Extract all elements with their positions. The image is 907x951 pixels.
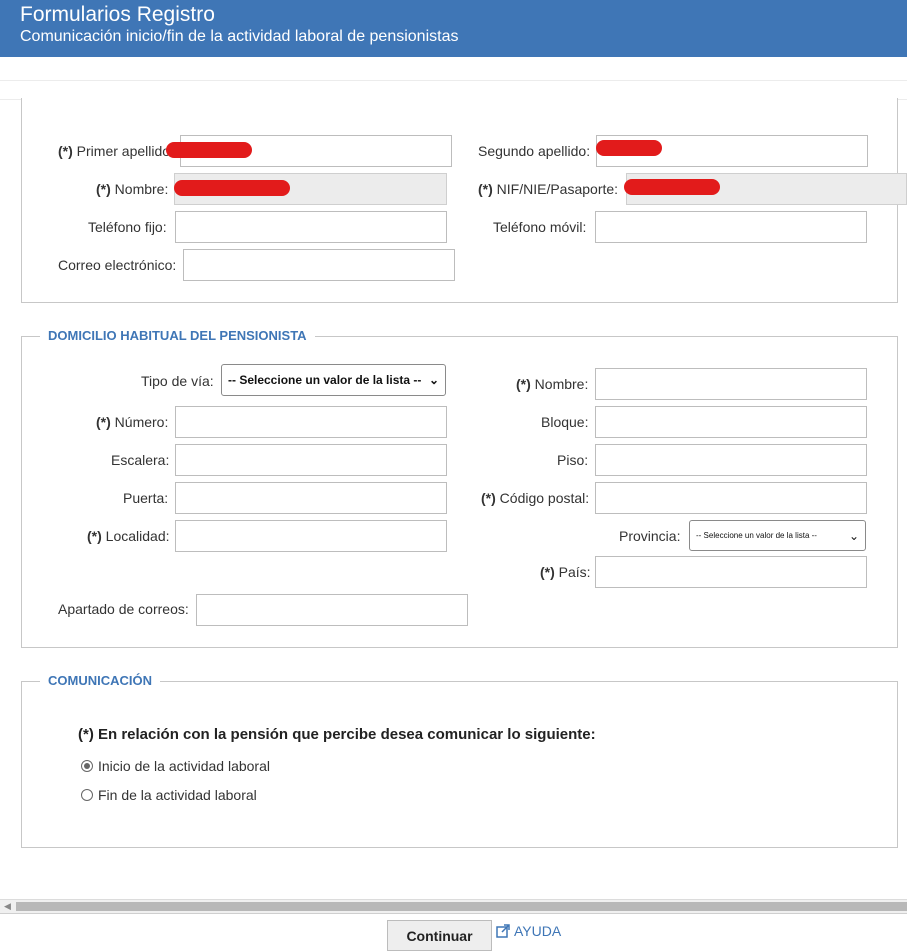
numero-input[interactable]: [175, 406, 447, 438]
page-subtitle: Comunicación inicio/fin de la actividad …: [20, 28, 459, 45]
help-label[interactable]: AYUDA: [514, 923, 561, 939]
telefono-movil-input[interactable]: [595, 211, 867, 243]
localidad-label: (*) Localidad:: [87, 528, 170, 544]
bloque-input[interactable]: [595, 406, 867, 438]
piso-input[interactable]: [595, 444, 867, 476]
numero-label: (*) Número:: [96, 414, 169, 430]
tipo-via-selected: -- Seleccione un valor de la lista --: [228, 373, 422, 387]
footer-bar: Continuar AYUDA: [0, 913, 907, 951]
bloque-label: Bloque:: [541, 414, 589, 430]
scroll-thumb[interactable]: [16, 902, 907, 911]
external-link-icon: [496, 924, 510, 938]
apartado-input[interactable]: [196, 594, 468, 626]
telefono-fijo-input[interactable]: [175, 211, 447, 243]
redaction-mark: [166, 142, 252, 158]
chevron-down-icon: ⌄: [428, 373, 439, 387]
via-nombre-input[interactable]: [595, 368, 867, 400]
chevron-down-icon: ⌄: [848, 528, 859, 543]
divider: [0, 80, 907, 81]
radio-inicio-label[interactable]: Inicio de la actividad laboral: [98, 758, 270, 774]
telefono-fijo-label: Teléfono fijo:: [88, 219, 167, 235]
redaction-mark: [596, 140, 662, 156]
via-nombre-label: (*) Nombre:: [516, 376, 589, 392]
telefono-movil-label: Teléfono móvil:: [493, 219, 587, 235]
horizontal-scrollbar[interactable]: ◀: [0, 899, 907, 913]
escalera-input[interactable]: [175, 444, 447, 476]
puerta-input[interactable]: [175, 482, 447, 514]
codigo-postal-label: (*) Código postal:: [481, 490, 590, 506]
primer-apellido-label: (*) Primer apellido:: [58, 143, 174, 159]
radio-inicio-actividad[interactable]: [81, 760, 93, 772]
puerta-label: Puerta:: [123, 490, 169, 506]
escalera-label: Escalera:: [111, 452, 170, 468]
piso-label: Piso:: [557, 452, 589, 468]
comunicacion-legend: COMUNICACIÓN: [40, 673, 160, 688]
page-title: Formularios Registro: [20, 3, 215, 26]
comunicacion-question: (*) En relación con la pensión que perci…: [78, 726, 596, 743]
nif-label: (*) NIF/NIE/Pasaporte:: [478, 181, 619, 197]
provincia-selected: -- Seleccione un valor de la lista --: [696, 531, 817, 540]
radio-fin-label[interactable]: Fin de la actividad laboral: [98, 787, 257, 803]
nombre-label: (*) Nombre:: [96, 181, 169, 197]
tipo-via-label: Tipo de vía:: [141, 373, 214, 389]
segundo-apellido-label: Segundo apellido:: [478, 143, 591, 159]
provincia-label: Provincia:: [619, 528, 681, 544]
page-header: Formularios Registro Comunicación inicio…: [0, 0, 907, 57]
help-link[interactable]: AYUDA: [496, 923, 561, 939]
radio-fin-actividad[interactable]: [81, 789, 93, 801]
apartado-label: Apartado de correos:: [58, 601, 189, 617]
redaction-mark: [174, 180, 290, 196]
tipo-via-select[interactable]: -- Seleccione un valor de la lista -- ⌄: [221, 364, 446, 396]
pais-label: (*) País:: [540, 564, 591, 580]
codigo-postal-input[interactable]: [595, 482, 867, 514]
provincia-select[interactable]: -- Seleccione un valor de la lista -- ⌄: [689, 520, 866, 551]
continue-button[interactable]: Continuar: [387, 920, 492, 951]
scroll-left-arrow-icon[interactable]: ◀: [4, 900, 11, 913]
localidad-input[interactable]: [175, 520, 447, 552]
redaction-mark: [624, 179, 720, 195]
correo-label: Correo electrónico:: [58, 257, 177, 273]
pais-input[interactable]: [595, 556, 867, 588]
domicilio-legend: DOMICILIO HABITUAL DEL PENSIONISTA: [40, 328, 315, 343]
correo-input[interactable]: [183, 249, 455, 281]
